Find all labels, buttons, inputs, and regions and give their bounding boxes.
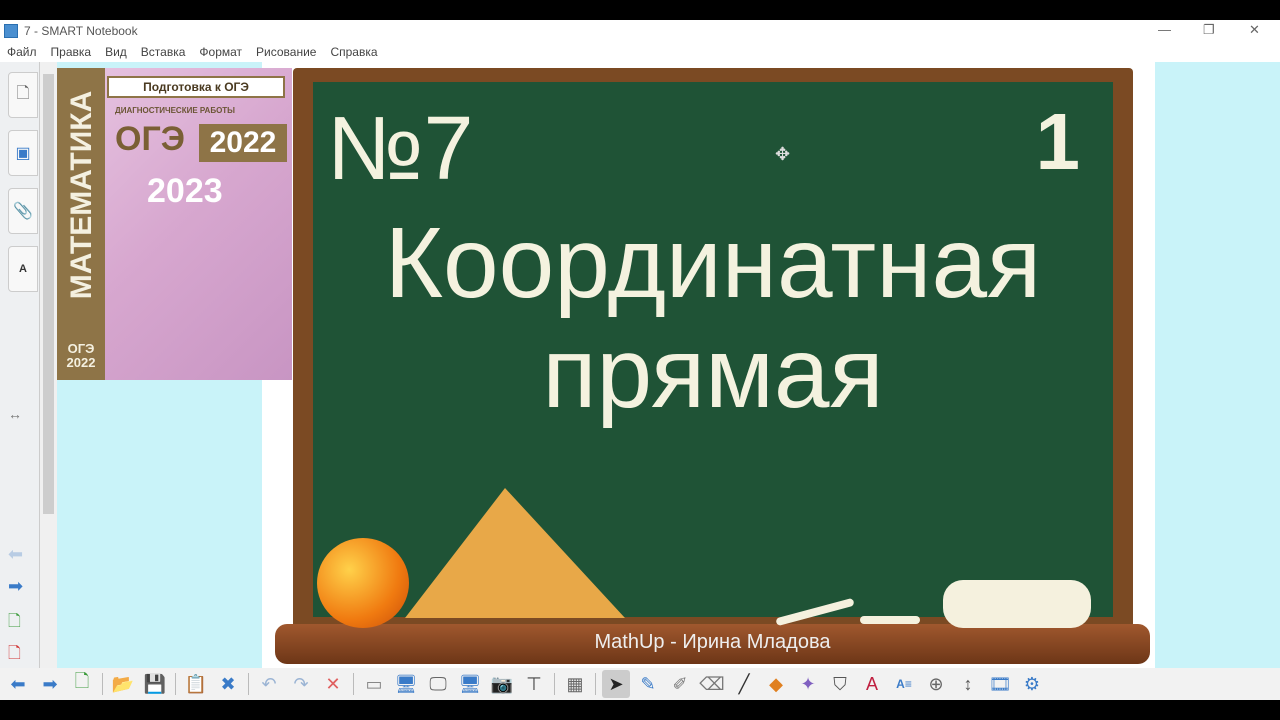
separator — [248, 673, 249, 695]
paste-icon[interactable]: 📋 — [182, 670, 210, 698]
book-spine: МАТЕМАТИКА ОГЭ 2022 — [57, 68, 105, 380]
addons-icon[interactable]: ⚙ — [1018, 670, 1046, 698]
side-tabs: 🗋 ▣ 📎 A ↔ ⬅ ➡ 🗋 🗋 — [0, 62, 40, 668]
window-title: 7 - SMART Notebook — [24, 24, 138, 38]
select-icon[interactable]: ➤ — [602, 670, 630, 698]
book-year-2023: 2023 — [147, 172, 223, 210]
creative-pen-icon[interactable]: ✐ — [666, 670, 694, 698]
page-sorter-tab[interactable]: 🗋 — [8, 72, 38, 118]
gallery-tab[interactable]: ▣ — [8, 130, 38, 176]
chalk-image-2 — [860, 616, 920, 624]
page-icon: 🗋 — [16, 84, 30, 102]
document-camera-icon[interactable]: ⊤ — [520, 670, 548, 698]
save-icon[interactable]: 💾 — [141, 670, 169, 698]
transparent-bg-icon[interactable]: 🖵 — [424, 670, 452, 698]
fill-icon[interactable]: ⛉ — [826, 670, 854, 698]
menu-format[interactable]: Формат — [199, 45, 242, 59]
menu-insert[interactable]: Вставка — [141, 45, 186, 59]
properties-icon[interactable]: A≡ — [890, 670, 918, 698]
menu-view[interactable]: Вид — [105, 45, 127, 59]
menu-help[interactable]: Справка — [330, 45, 377, 59]
vertical-scrollbar[interactable] — [40, 62, 57, 668]
set-square-image — [405, 488, 625, 618]
properties-icon: A — [19, 263, 27, 275]
open-icon[interactable]: 📂 — [109, 670, 137, 698]
book-header: Подготовка к ОГЭ — [107, 76, 285, 98]
book-spine-bottom: ОГЭ 2022 — [66, 341, 96, 370]
video-icon[interactable]: 🎞 — [986, 670, 1014, 698]
menu-file[interactable]: Файл — [7, 45, 37, 59]
capture-icon[interactable]: 📷 — [488, 670, 516, 698]
task-number: №7 — [327, 99, 474, 199]
add-page-icon[interactable]: 🗋 — [68, 670, 96, 698]
separator — [353, 673, 354, 695]
pen-icon[interactable]: ✎ — [634, 670, 662, 698]
slide-number: 1 — [1035, 97, 1081, 186]
properties-tab[interactable]: A — [8, 246, 38, 292]
back-icon[interactable]: ⬅ — [4, 670, 32, 698]
menu-draw[interactable]: Рисование — [256, 45, 316, 59]
attachments-tab[interactable]: 📎 — [8, 188, 38, 234]
dual-view-icon[interactable]: 🖥 — [456, 670, 484, 698]
menu-bar: Файл Правка Вид Вставка Формат Рисование… — [0, 42, 1280, 62]
add-page-icon[interactable]: 🗋 — [8, 610, 21, 637]
separator — [554, 673, 555, 695]
title-bar: 7 - SMART Notebook — ❐ ✕ — [0, 20, 1280, 42]
restore-button[interactable]: ❐ — [1203, 22, 1215, 38]
eraser-icon[interactable]: ⌫ — [698, 670, 726, 698]
separator — [595, 673, 596, 695]
minimize-button[interactable]: — — [1158, 22, 1171, 37]
whiteboard-canvas[interactable]: МАТЕМАТИКА ОГЭ 2022 Подготовка к ОГЭ ДИА… — [57, 62, 1280, 668]
undo-icon[interactable]: ↶ — [255, 670, 283, 698]
resize-arrows-icon[interactable]: ↔ — [8, 406, 22, 422]
screen-shade-icon[interactable]: ▭ — [360, 670, 388, 698]
move-cursor-icon: ✥ — [775, 144, 791, 164]
delete-page-icon[interactable]: ✖ — [214, 670, 242, 698]
previous-page-icon[interactable]: ⬅ — [8, 544, 23, 565]
menu-edit[interactable]: Правка — [51, 45, 92, 59]
slide-title: Координатная прямая — [384, 207, 1042, 429]
full-screen-icon[interactable]: 🖥 — [392, 670, 420, 698]
sponge-image — [943, 580, 1091, 628]
table-icon[interactable]: ▦ — [561, 670, 589, 698]
text-icon[interactable]: A — [858, 670, 886, 698]
chalkboard[interactable]: №7 1 Координатная прямая MathUp - Ирина … — [275, 68, 1150, 668]
separator — [175, 673, 176, 695]
next-page-icon[interactable]: ➡ — [8, 576, 23, 597]
scrollbar-thumb[interactable] — [43, 74, 54, 514]
book-exam: ОГЭ — [115, 120, 185, 158]
book-spine-title: МАТЕМАТИКА — [65, 90, 98, 300]
line-icon[interactable]: ╱ — [730, 670, 758, 698]
move-toolbar-icon[interactable]: ↕ — [954, 670, 982, 698]
delete-icon[interactable]: ✕ — [319, 670, 347, 698]
close-button[interactable]: ✕ — [1249, 22, 1260, 38]
redo-icon[interactable]: ↷ — [287, 670, 315, 698]
shapes-icon[interactable]: ◆ — [762, 670, 790, 698]
author-credit: MathUp - Ирина Младова — [594, 631, 831, 653]
delete-page-icon[interactable]: 🗋 — [8, 642, 21, 669]
forward-icon[interactable]: ➡ — [36, 670, 64, 698]
book-year-2022: 2022 — [199, 124, 287, 162]
separator — [102, 673, 103, 695]
magic-pen-icon[interactable]: ✦ — [794, 670, 822, 698]
book-subtitle: ДИАГНОСТИЧЕСКИЕ РАБОТЫ — [115, 106, 236, 115]
book-cover-image[interactable]: МАТЕМАТИКА ОГЭ 2022 Подготовка к ОГЭ ДИА… — [57, 68, 292, 380]
gallery-icon: ▣ — [15, 145, 31, 162]
measure-icon[interactable]: ⊕ — [922, 670, 950, 698]
paperclip-icon: 📎 — [13, 203, 33, 220]
apple-image — [317, 538, 409, 628]
app-icon — [4, 24, 18, 38]
main-toolbar: ⬅ ➡ 🗋 📂 💾 📋 ✖ ↶ ↷ ✕ ▭ 🖥 🖵 🖥 📷 ⊤ ▦ ➤ ✎ ✐ … — [0, 668, 1280, 700]
